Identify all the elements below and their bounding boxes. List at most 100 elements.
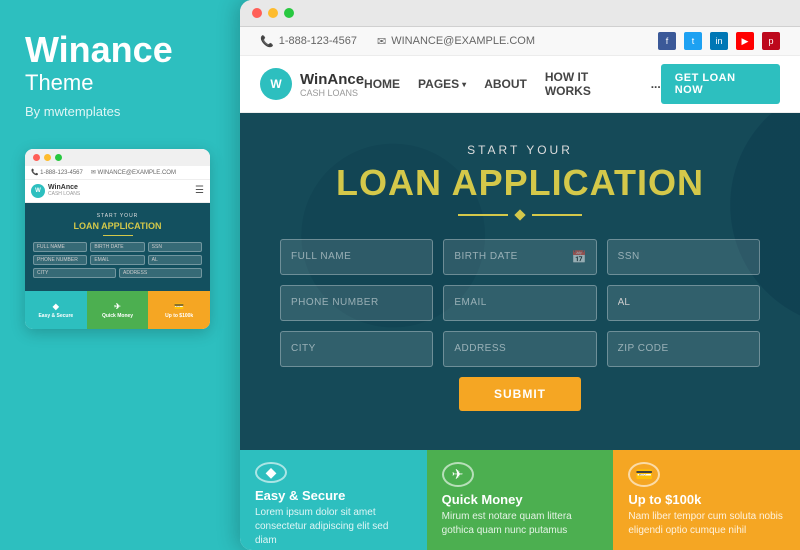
hero-left-line [458, 214, 508, 216]
nav-more[interactable]: ... [651, 77, 661, 91]
form-submit-row: SUBMIT [280, 377, 760, 411]
mini-plane-icon: ✈ [114, 302, 121, 311]
upto-100k-title: Up to $100k [628, 492, 701, 507]
city-input[interactable] [280, 331, 433, 367]
email-input[interactable] [443, 285, 596, 321]
mini-email: ✉ WINANCE@EXAMPLE.COM [91, 169, 176, 176]
main-nav: W WinAnce CASH LOANS HOME PAGES ▾ ABOUT … [240, 56, 800, 113]
by-line: By mwtemplates [25, 104, 205, 119]
zip-input[interactable] [607, 331, 760, 367]
mini-card-icon: 💳 [174, 302, 184, 311]
mini-dot-green [55, 154, 62, 161]
right-preview: 📞 1-888-123-4567 ✉ WINANCE@EXAMPLE.COM f… [240, 0, 800, 550]
birth-date-group: 📅 [443, 239, 596, 275]
top-info-left: 📞 1-888-123-4567 ✉ WINANCE@EXAMPLE.COM [260, 35, 535, 48]
mini-dot-red [33, 154, 40, 161]
mini-browser-dots [25, 149, 210, 166]
email-group [443, 285, 596, 321]
brand-sub: Theme [25, 70, 205, 96]
hero-section: START YOUR LOAN APPLICATION 📅 [240, 113, 800, 450]
mini-topbar: 📞 1-888-123-4567 ✉ WINANCE@EXAMPLE.COM [25, 166, 210, 180]
facebook-icon[interactable]: f [658, 32, 676, 50]
feature-cards: ◆ Easy & Secure Lorem ipsum dolor sit am… [240, 450, 800, 550]
easy-secure-title: Easy & Secure [255, 488, 345, 503]
dot-green[interactable] [284, 8, 294, 18]
youtube-icon[interactable]: ▶ [736, 32, 754, 50]
upto-100k-icon: 💳 [628, 462, 660, 487]
linkedin-icon[interactable]: in [710, 32, 728, 50]
mini-hero-sub: START YOUR [33, 213, 202, 219]
mini-card-easy: ◆ Easy & Secure [25, 291, 87, 329]
mini-card-easy-title: Easy & Secure [38, 313, 73, 319]
nav-about[interactable]: ABOUT [484, 77, 527, 91]
email-address: WINANCE@EXAMPLE.COM [391, 35, 535, 47]
quick-money-title: Quick Money [442, 492, 523, 507]
zip-group [607, 331, 760, 367]
nav-how-it-works[interactable]: HOW IT WORKS [545, 70, 633, 98]
phone-info: 📞 1-888-123-4567 [260, 35, 357, 48]
mini-diamond-icon: ◆ [53, 302, 59, 311]
mini-ssn: SSN [148, 242, 202, 252]
calendar-icon: 📅 [572, 250, 587, 264]
hero-title: LOAN APPLICATION [336, 163, 704, 203]
quick-money-icon: ✈ [442, 462, 474, 487]
ssn-group [607, 239, 760, 275]
pinterest-icon[interactable]: p [762, 32, 780, 50]
site-content: 📞 1-888-123-4567 ✉ WINANCE@EXAMPLE.COM f… [240, 27, 800, 550]
easy-secure-icon: ◆ [255, 462, 287, 483]
loan-form: 📅 AL AK [280, 239, 760, 411]
nav-pages[interactable]: PAGES ▾ [418, 77, 466, 91]
mini-logo-text: WinAnce [48, 184, 80, 191]
browser-chrome [240, 0, 800, 27]
mini-full-name: FULL NAME [33, 242, 87, 252]
mini-form-row-3: CITY ADDRESS [33, 268, 202, 278]
nav-links: HOME PAGES ▾ ABOUT HOW IT WORKS ... [364, 70, 661, 98]
feature-card-easy: ◆ Easy & Secure Lorem ipsum dolor sit am… [240, 450, 427, 550]
dot-red[interactable] [252, 8, 262, 18]
form-row-2: AL AK AZ [280, 285, 760, 321]
mini-address: ADDRESS [119, 268, 202, 278]
mini-birth-date: BIRTH DATE [90, 242, 144, 252]
mini-cards: ◆ Easy & Secure ✈ Quick Money 💳 Up to $1… [25, 291, 210, 329]
mini-hero: START YOUR LOAN APPLICATION FULL NAME BI… [25, 203, 210, 292]
ssn-input[interactable] [607, 239, 760, 275]
address-input[interactable] [443, 331, 596, 367]
full-name-input[interactable] [280, 239, 433, 275]
phone-group [280, 285, 433, 321]
pages-dropdown-icon: ▾ [462, 80, 466, 89]
nav-home[interactable]: HOME [364, 77, 400, 91]
form-row-3 [280, 331, 760, 367]
feature-card-upto: 💳 Up to $100k Nam liber tempor cum solut… [613, 450, 800, 550]
quick-money-text: Mirum est notare quam littera gothica qu… [442, 510, 599, 538]
full-name-group [280, 239, 433, 275]
phone-icon: 📞 [260, 35, 274, 48]
mini-hero-divider [103, 235, 133, 236]
state-select[interactable]: AL AK AZ [607, 285, 760, 321]
feature-card-quick: ✈ Quick Money Mirum est notare quam litt… [427, 450, 614, 550]
dot-yellow[interactable] [268, 8, 278, 18]
twitter-icon[interactable]: t [684, 32, 702, 50]
mini-card-upto: 💳 Up to $100k [148, 291, 210, 329]
mini-form-row-2: PHONE NUMBER EMAIL AL [33, 255, 202, 265]
logo-circle: W [260, 68, 292, 100]
mini-city: CITY [33, 268, 116, 278]
phone-number: 1-888-123-4567 [279, 35, 357, 47]
mini-hamburger-icon: ☰ [195, 185, 204, 196]
mini-logo-sub: CASH LOANS [48, 191, 80, 197]
mini-logo-circle: W [31, 184, 45, 198]
logo-text-area: WinAnce CASH LOANS [300, 71, 364, 98]
state-group: AL AK AZ [607, 285, 760, 321]
email-info: ✉ WINANCE@EXAMPLE.COM [377, 35, 535, 48]
hero-right-line [532, 214, 582, 216]
brand-name: Winance [25, 30, 205, 70]
mini-card-quick-title: Quick Money [102, 313, 133, 319]
nav-cta-button[interactable]: GET LOAN NOW [661, 64, 780, 104]
mini-hero-title: LOAN APPLICATION [33, 221, 202, 232]
phone-input[interactable] [280, 285, 433, 321]
hero-diamond-icon [514, 209, 525, 220]
mini-card-quick: ✈ Quick Money [87, 291, 149, 329]
easy-secure-text: Lorem ipsum dolor sit amet consectetur a… [255, 506, 412, 548]
mini-nav: W WinAnce CASH LOANS ☰ [25, 180, 210, 203]
logo-letter: W [270, 77, 281, 91]
submit-button[interactable]: SUBMIT [459, 377, 581, 411]
